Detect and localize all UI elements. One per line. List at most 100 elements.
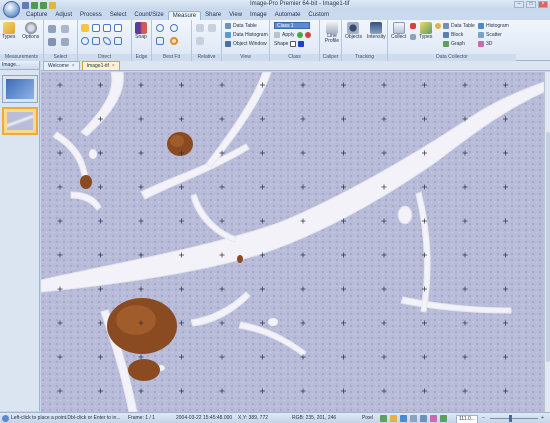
scatter-icon (478, 32, 484, 38)
redo-icon[interactable] (40, 1, 47, 9)
three-d-button[interactable]: 3D (478, 41, 492, 47)
fit-line-icon[interactable] (156, 37, 164, 45)
circle-tool-icon[interactable] (81, 37, 89, 45)
scrollbar-thumb[interactable] (546, 132, 550, 362)
select-multi-icon[interactable] (61, 25, 69, 33)
zoom-slider[interactable] (490, 418, 538, 419)
data-histogram-button[interactable]: Data Histogram (225, 32, 268, 38)
status-tool-icon-5[interactable] (420, 415, 427, 422)
gallery-thumbnail-1[interactable] (2, 75, 38, 103)
gallery-thumbnail-2[interactable] (2, 107, 38, 135)
tab-custom[interactable]: Custom (304, 11, 333, 20)
line-tool-icon[interactable] (92, 24, 100, 32)
class-selector[interactable]: Class 1 (274, 22, 310, 29)
relative-distance-icon[interactable] (196, 37, 204, 45)
tab-automate[interactable]: Automate (271, 11, 305, 20)
class-remove-icon[interactable] (304, 32, 311, 38)
zoom-field[interactable]: 111.0... (456, 415, 478, 423)
group-direct: Direct (78, 20, 132, 61)
tab-share[interactable]: Share (201, 11, 225, 20)
window-title: Image-Pro Premier 64-bit - Image1-tif (250, 1, 350, 7)
fit-circle-icon[interactable] (156, 24, 164, 32)
angle-tool-icon[interactable] (114, 24, 122, 32)
fit-arc-icon[interactable] (170, 24, 178, 32)
tab-welcome[interactable]: Welcome × (43, 61, 80, 70)
tab-measure[interactable]: Measure (167, 11, 202, 20)
zoom-in-icon[interactable]: + (541, 415, 544, 422)
relative-line-icon[interactable] (196, 24, 204, 32)
status-tool-icon-2[interactable] (390, 415, 397, 422)
polygon-tool-icon[interactable] (103, 37, 111, 45)
close-tab-icon[interactable]: × (112, 62, 115, 70)
apply-button[interactable]: Apply (274, 32, 311, 38)
tab-image1[interactable]: Image1-tif × (81, 61, 120, 70)
open-icon[interactable] (49, 1, 56, 9)
tab-adjust[interactable]: Adjust (51, 11, 76, 20)
data-table-button[interactable]: Data Table (225, 23, 257, 29)
intensity-icon (370, 22, 383, 34)
select-arrow-icon[interactable] (48, 25, 56, 33)
intensity-button[interactable]: Intensity (367, 22, 386, 40)
class-color-icon[interactable] (298, 41, 305, 47)
dc-data-table-button[interactable]: Data Table (443, 23, 475, 29)
minimize-icon[interactable]: – (514, 1, 524, 8)
document-tabs: Welcome × Image1-tif × (41, 61, 550, 71)
objects-button[interactable]: Objects (345, 22, 362, 40)
status-tool-icon-3[interactable] (400, 415, 407, 422)
status-tool-icon-1[interactable] (380, 415, 387, 422)
graph-button[interactable]: Graph (443, 41, 465, 47)
status-unit[interactable]: Pixel (362, 415, 373, 422)
maximize-icon[interactable]: □ (526, 1, 536, 8)
status-tool-icon-6[interactable] (430, 415, 437, 422)
select-delete-icon[interactable] (48, 38, 56, 46)
select-clear-icon[interactable] (61, 38, 69, 46)
vertical-scrollbar[interactable] (544, 72, 550, 412)
object-window-button[interactable]: Object Window (225, 41, 267, 47)
rect-tool-icon[interactable] (92, 37, 100, 45)
block-button[interactable]: Block (443, 32, 463, 38)
dc-options-icon[interactable] (435, 23, 441, 29)
zoom-out-icon[interactable]: − (482, 415, 485, 422)
zoom-slider-handle[interactable] (509, 415, 512, 422)
polyline-tool-icon[interactable] (103, 24, 111, 32)
application-menu-button[interactable] (3, 1, 20, 18)
relative-angle-icon[interactable] (208, 24, 216, 32)
shape-selector[interactable]: Shape (274, 41, 305, 47)
tab-count-size[interactable]: Count/Size (130, 11, 167, 20)
save-icon[interactable] (22, 1, 29, 9)
status-tool-icon-7[interactable] (440, 415, 447, 422)
thumbnail-image (6, 79, 34, 99)
tab-view[interactable]: View (225, 11, 246, 20)
info-icon (2, 415, 9, 422)
dc-types-button[interactable]: Types (419, 22, 432, 40)
freehand-tool-icon[interactable] (114, 37, 122, 45)
collect-settings-icon[interactable] (410, 34, 416, 40)
undo-icon[interactable] (31, 1, 38, 9)
close-icon[interactable]: × (538, 1, 548, 8)
tab-process[interactable]: Process (76, 11, 106, 20)
image-canvas[interactable] (41, 72, 544, 412)
window-controls: – □ × (514, 1, 548, 8)
block-icon (443, 32, 449, 38)
tissue-image (41, 72, 544, 412)
dc-types-icon (419, 22, 432, 34)
fit-ellipse-icon[interactable] (170, 37, 178, 45)
tab-image[interactable]: Image (246, 11, 271, 20)
line-profile-button[interactable]: Line Profile (323, 22, 341, 44)
ribbon-tab-bar: Capture Adjust Process Select Count/Size… (0, 1, 550, 20)
tab-capture[interactable]: Capture (22, 11, 51, 20)
collect-button[interactable]: Collect (391, 22, 406, 40)
clear-collected-icon[interactable] (410, 23, 416, 29)
status-coordinates: X,Y: 389, 772 (238, 415, 269, 421)
point-tool-icon[interactable] (81, 24, 89, 32)
types-button[interactable]: Types (2, 22, 15, 40)
status-tool-icon-4[interactable] (410, 415, 417, 422)
options-button[interactable]: Options (22, 22, 39, 40)
close-tab-icon[interactable]: × (72, 62, 75, 70)
snap-button[interactable]: Snap (135, 22, 147, 40)
status-bar: Left-click to place a point.Dbl-click or… (0, 412, 550, 423)
histogram-button[interactable]: Histogram (478, 23, 509, 29)
scatter-button[interactable]: Scatter (478, 32, 502, 38)
tab-select[interactable]: Select (106, 11, 131, 20)
class-add-icon[interactable] (296, 32, 303, 38)
